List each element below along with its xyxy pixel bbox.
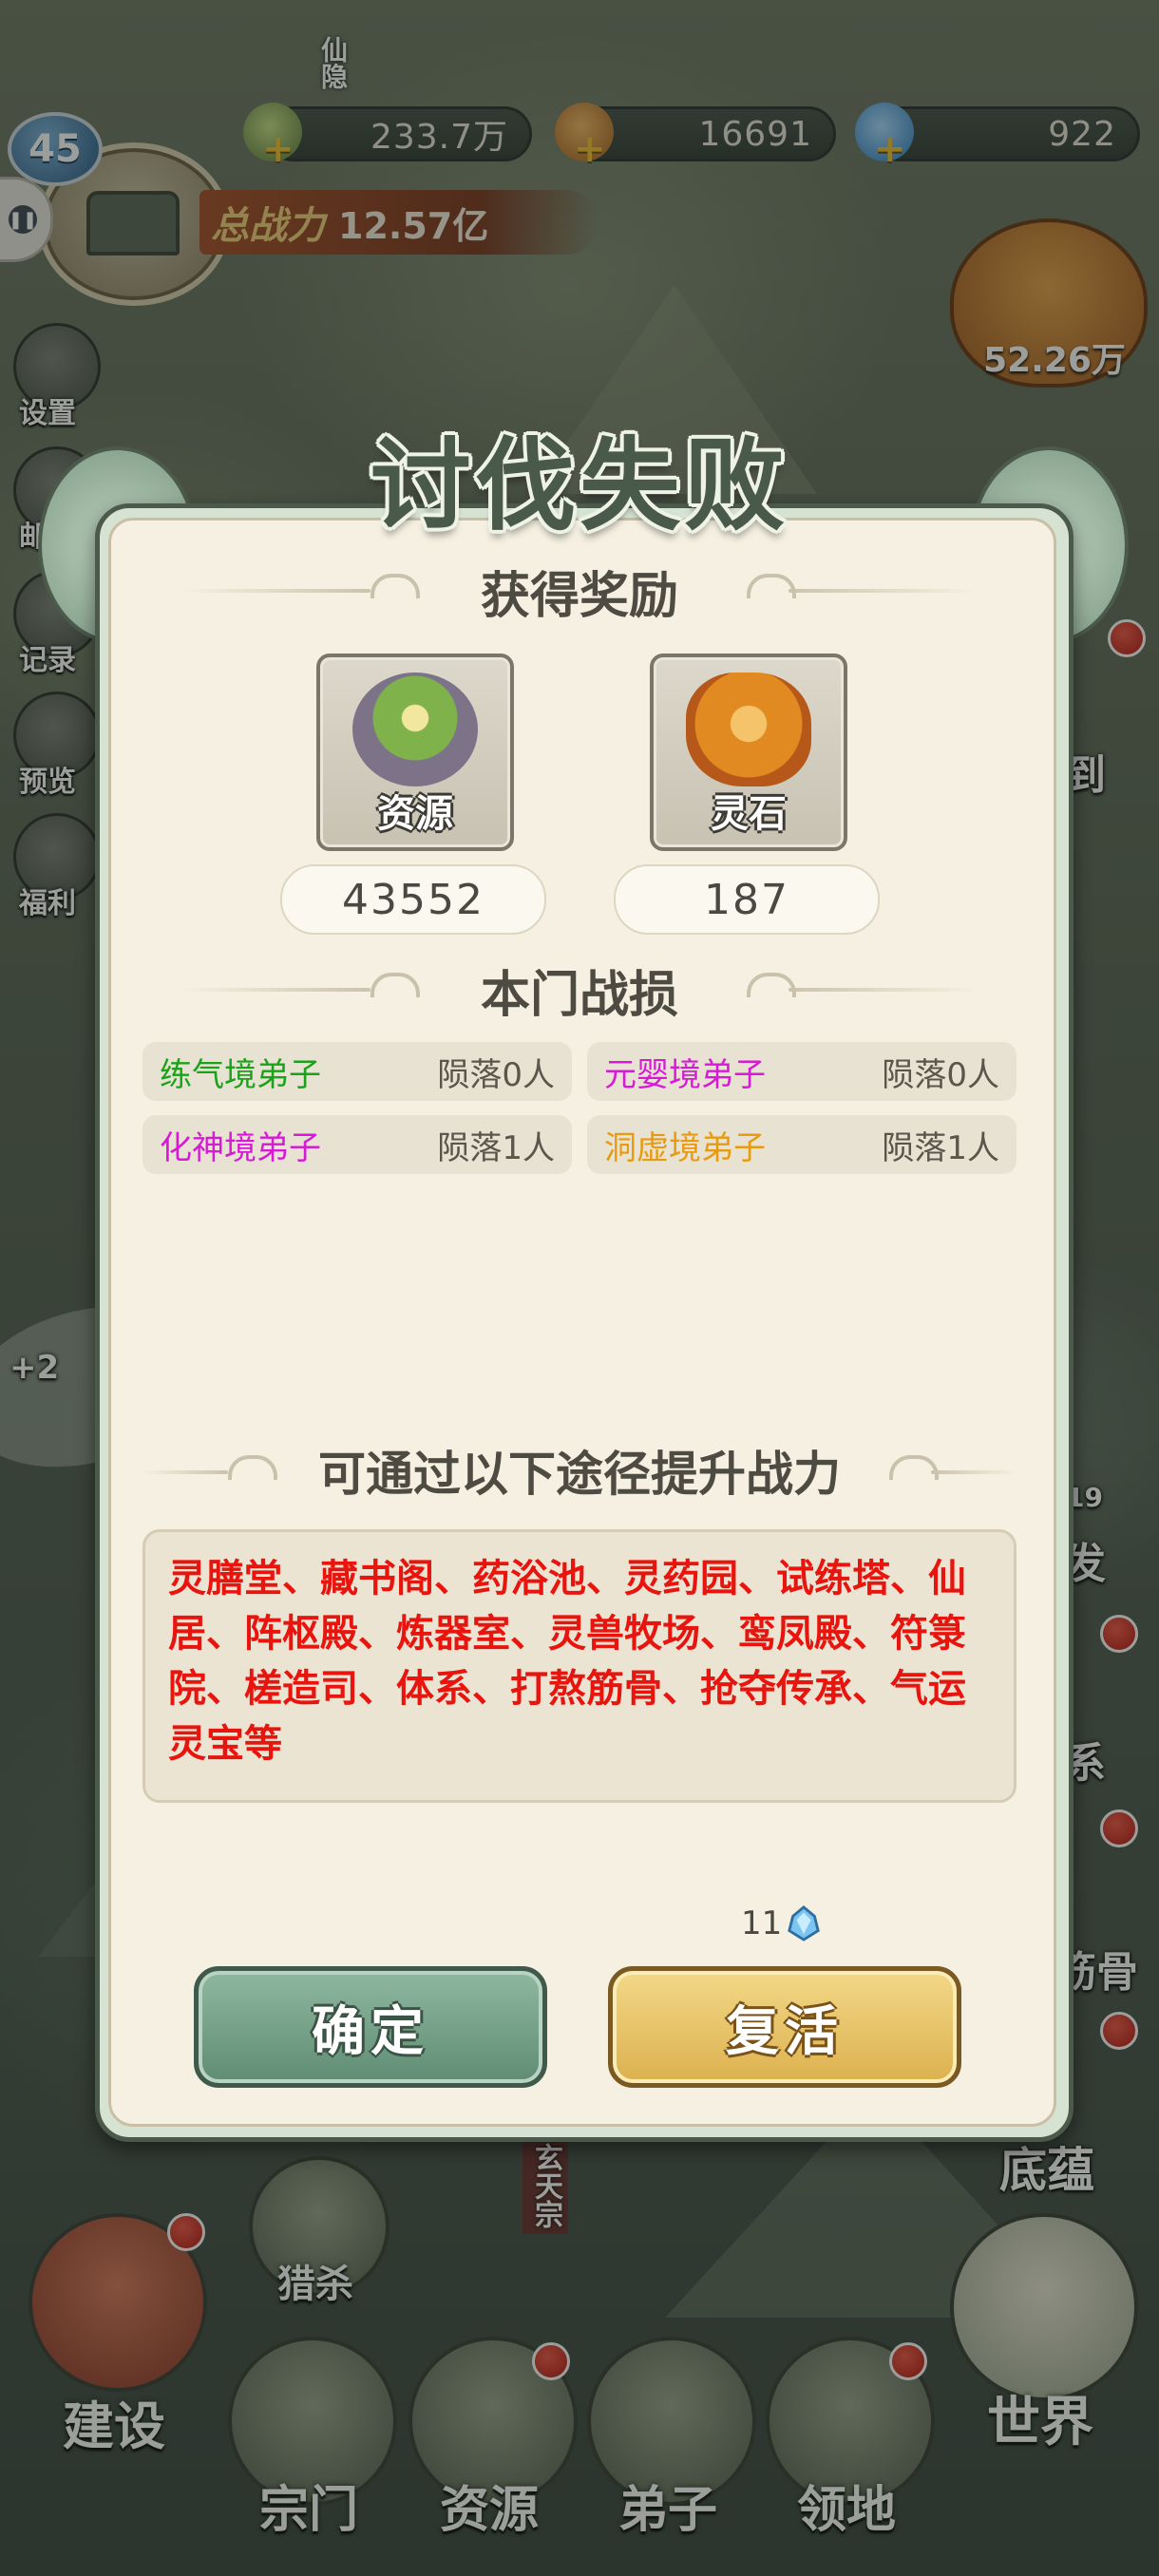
reward-amount: 43552 <box>280 864 546 935</box>
loss-count: 陨落0人 <box>882 1055 999 1094</box>
loss-rank-label: 化神境弟子 <box>160 1128 321 1167</box>
herb-resource-icon <box>352 672 478 786</box>
reward-amount: 187 <box>614 864 880 935</box>
loss-row: 练气境弟子 陨落0人 <box>142 1042 572 1101</box>
revive-cost: 11 <box>741 1904 822 1942</box>
spirit-stone-icon <box>686 672 811 786</box>
dialog-title: 讨伐失败 <box>370 427 788 544</box>
divider <box>931 1470 1016 1474</box>
revive-button[interactable]: 复活 <box>608 1966 961 2088</box>
crystal-icon <box>788 1905 821 1941</box>
loss-rank-label: 练气境弟子 <box>160 1055 321 1094</box>
defeat-dialog-panel <box>108 518 1056 2127</box>
loss-row: 元婴境弟子 陨落0人 <box>587 1042 1016 1101</box>
loss-rank-label: 洞虚境弟子 <box>604 1128 766 1167</box>
loss-count: 陨落0人 <box>437 1055 555 1094</box>
loss-count: 陨落1人 <box>437 1128 555 1167</box>
loss-row: 洞虚境弟子 陨落1人 <box>587 1115 1016 1174</box>
divider <box>788 988 978 992</box>
loss-row: 化神境弟子 陨落1人 <box>142 1115 572 1174</box>
reward-name: 资源 <box>377 792 453 836</box>
loss-count: 陨落1人 <box>882 1128 999 1167</box>
confirm-button[interactable]: 确定 <box>194 1966 547 2088</box>
divider <box>788 589 978 593</box>
reward-name: 灵石 <box>711 792 787 836</box>
improve-tips-text: 灵膳堂、藏书阁、药浴池、灵药园、试练塔、仙居、阵枢殿、炼器室、灵兽牧场、鸾凤殿、… <box>142 1529 1016 1803</box>
loss-rank-label: 元婴境弟子 <box>604 1055 766 1094</box>
reward-spirit-stone-card[interactable]: 灵石 <box>650 653 847 851</box>
revive-cost-amount: 11 <box>741 1904 783 1942</box>
reward-resource-card[interactable]: 资源 <box>316 653 514 851</box>
